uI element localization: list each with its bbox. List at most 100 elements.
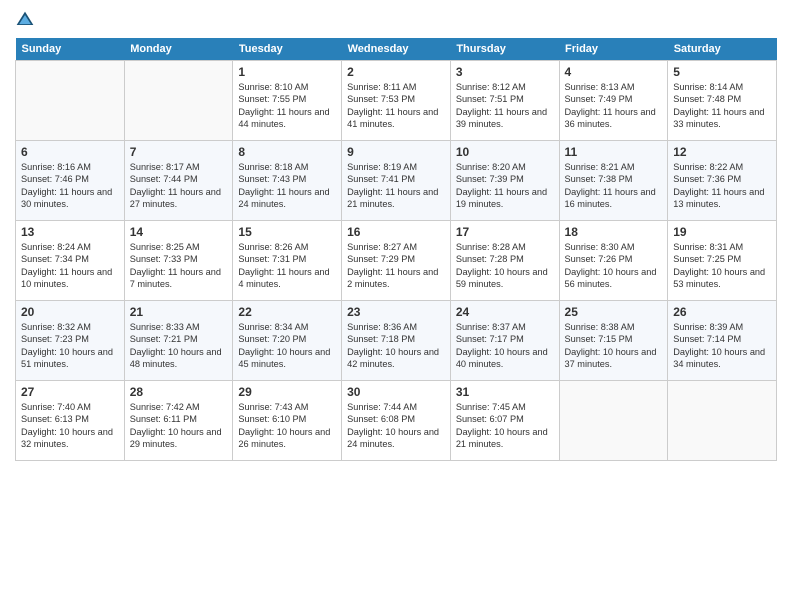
cell-content: Sunrise: 8:37 AM Sunset: 7:17 PM Dayligh… — [456, 321, 554, 371]
calendar-cell: 26 Sunrise: 8:39 AM Sunset: 7:14 PM Dayli… — [668, 301, 777, 381]
day-header-tuesday: Tuesday — [233, 38, 342, 61]
calendar-cell: 31 Sunrise: 7:45 AM Sunset: 6:07 PM Dayli… — [450, 381, 559, 461]
date-number: 26 — [673, 305, 771, 319]
date-number: 31 — [456, 385, 554, 399]
calendar-cell: 7 Sunrise: 8:17 AM Sunset: 7:44 PM Daylig… — [124, 141, 233, 221]
day-header-monday: Monday — [124, 38, 233, 61]
cell-content: Sunrise: 8:27 AM Sunset: 7:29 PM Dayligh… — [347, 241, 445, 291]
date-number: 6 — [21, 145, 119, 159]
week-row-2: 6 Sunrise: 8:16 AM Sunset: 7:46 PM Daylig… — [16, 141, 777, 221]
cell-content: Sunrise: 8:18 AM Sunset: 7:43 PM Dayligh… — [238, 161, 336, 211]
calendar-table: SundayMondayTuesdayWednesdayThursdayFrid… — [15, 38, 777, 461]
calendar-cell — [559, 381, 668, 461]
cell-content: Sunrise: 8:32 AM Sunset: 7:23 PM Dayligh… — [21, 321, 119, 371]
cell-content: Sunrise: 8:16 AM Sunset: 7:46 PM Dayligh… — [21, 161, 119, 211]
date-number: 17 — [456, 225, 554, 239]
calendar-cell: 11 Sunrise: 8:21 AM Sunset: 7:38 PM Dayli… — [559, 141, 668, 221]
cell-content: Sunrise: 8:36 AM Sunset: 7:18 PM Dayligh… — [347, 321, 445, 371]
calendar-cell: 1 Sunrise: 8:10 AM Sunset: 7:55 PM Daylig… — [233, 61, 342, 141]
calendar-cell: 27 Sunrise: 7:40 AM Sunset: 6:13 PM Dayli… — [16, 381, 125, 461]
cell-content: Sunrise: 7:40 AM Sunset: 6:13 PM Dayligh… — [21, 401, 119, 451]
calendar-cell: 5 Sunrise: 8:14 AM Sunset: 7:48 PM Daylig… — [668, 61, 777, 141]
date-number: 30 — [347, 385, 445, 399]
date-number: 15 — [238, 225, 336, 239]
cell-content: Sunrise: 8:26 AM Sunset: 7:31 PM Dayligh… — [238, 241, 336, 291]
week-row-4: 20Sunrise: 8:32 AM Sunset: 7:23 PM Dayli… — [16, 301, 777, 381]
day-header-wednesday: Wednesday — [342, 38, 451, 61]
cell-content: Sunrise: 8:34 AM Sunset: 7:20 PM Dayligh… — [238, 321, 336, 371]
cell-content: Sunrise: 8:33 AM Sunset: 7:21 PM Dayligh… — [130, 321, 228, 371]
day-header-friday: Friday — [559, 38, 668, 61]
day-header-sunday: Sunday — [16, 38, 125, 61]
day-header-thursday: Thursday — [450, 38, 559, 61]
date-number: 14 — [130, 225, 228, 239]
calendar-cell: 10 Sunrise: 8:20 AM Sunset: 7:39 PM Dayli… — [450, 141, 559, 221]
date-number: 19 — [673, 225, 771, 239]
date-number: 1 — [238, 65, 336, 79]
calendar-cell: 3Sunrise: 8:12 AM Sunset: 7:51 PM Daylig… — [450, 61, 559, 141]
cell-content: Sunrise: 8:19 AM Sunset: 7:41 PM Dayligh… — [347, 161, 445, 211]
cell-content: Sunrise: 8:31 AM Sunset: 7:25 PM Dayligh… — [673, 241, 771, 291]
cell-content: Sunrise: 8:17 AM Sunset: 7:44 PM Dayligh… — [130, 161, 228, 211]
cell-content: Sunrise: 7:45 AM Sunset: 6:07 PM Dayligh… — [456, 401, 554, 451]
header-row: SundayMondayTuesdayWednesdayThursdayFrid… — [16, 38, 777, 61]
calendar-cell — [16, 61, 125, 141]
date-number: 2 — [347, 65, 445, 79]
date-number: 5 — [673, 65, 771, 79]
calendar-cell: 16 Sunrise: 8:27 AM Sunset: 7:29 PM Dayli… — [342, 221, 451, 301]
cell-content: Sunrise: 8:20 AM Sunset: 7:39 PM Dayligh… — [456, 161, 554, 211]
cell-content: Sunrise: 8:24 AM Sunset: 7:34 PM Dayligh… — [21, 241, 119, 291]
logo — [15, 10, 37, 30]
cell-content: Sunrise: 7:44 AM Sunset: 6:08 PM Dayligh… — [347, 401, 445, 451]
cell-content: Sunrise: 8:30 AM Sunset: 7:26 PM Dayligh… — [565, 241, 663, 291]
cell-content: Sunrise: 8:10 AM Sunset: 7:55 PM Dayligh… — [238, 81, 336, 131]
calendar-cell: 14Sunrise: 8:25 AM Sunset: 7:33 PM Dayli… — [124, 221, 233, 301]
calendar-cell: 17 Sunrise: 8:28 AM Sunset: 7:28 PM Dayli… — [450, 221, 559, 301]
calendar-cell: 15 Sunrise: 8:26 AM Sunset: 7:31 PM Dayli… — [233, 221, 342, 301]
date-number: 27 — [21, 385, 119, 399]
date-number: 7 — [130, 145, 228, 159]
date-number: 12 — [673, 145, 771, 159]
calendar-cell: 4 Sunrise: 8:13 AM Sunset: 7:49 PM Daylig… — [559, 61, 668, 141]
date-number: 24 — [456, 305, 554, 319]
calendar-cell: 18 Sunrise: 8:30 AM Sunset: 7:26 PM Dayli… — [559, 221, 668, 301]
date-number: 29 — [238, 385, 336, 399]
week-row-5: 27 Sunrise: 7:40 AM Sunset: 6:13 PM Dayli… — [16, 381, 777, 461]
header — [15, 10, 777, 30]
date-number: 28 — [130, 385, 228, 399]
week-row-1: 1 Sunrise: 8:10 AM Sunset: 7:55 PM Daylig… — [16, 61, 777, 141]
cell-content: Sunrise: 8:28 AM Sunset: 7:28 PM Dayligh… — [456, 241, 554, 291]
calendar-cell: 21 Sunrise: 8:33 AM Sunset: 7:21 PM Dayli… — [124, 301, 233, 381]
date-number: 11 — [565, 145, 663, 159]
cell-content: Sunrise: 8:14 AM Sunset: 7:48 PM Dayligh… — [673, 81, 771, 131]
date-number: 4 — [565, 65, 663, 79]
cell-content: Sunrise: 8:11 AM Sunset: 7:53 PM Dayligh… — [347, 81, 445, 131]
calendar-cell: 20Sunrise: 8:32 AM Sunset: 7:23 PM Dayli… — [16, 301, 125, 381]
cell-content: Sunrise: 8:39 AM Sunset: 7:14 PM Dayligh… — [673, 321, 771, 371]
calendar-cell: 19 Sunrise: 8:31 AM Sunset: 7:25 PM Dayli… — [668, 221, 777, 301]
date-number: 21 — [130, 305, 228, 319]
calendar-cell: 6 Sunrise: 8:16 AM Sunset: 7:46 PM Daylig… — [16, 141, 125, 221]
date-number: 8 — [238, 145, 336, 159]
calendar-cell: 8 Sunrise: 8:18 AM Sunset: 7:43 PM Daylig… — [233, 141, 342, 221]
cell-content: Sunrise: 8:38 AM Sunset: 7:15 PM Dayligh… — [565, 321, 663, 371]
date-number: 22 — [238, 305, 336, 319]
date-number: 10 — [456, 145, 554, 159]
cell-content: Sunrise: 7:42 AM Sunset: 6:11 PM Dayligh… — [130, 401, 228, 451]
date-number: 18 — [565, 225, 663, 239]
date-number: 3 — [456, 65, 554, 79]
day-header-saturday: Saturday — [668, 38, 777, 61]
date-number: 13 — [21, 225, 119, 239]
cell-content: Sunrise: 8:13 AM Sunset: 7:49 PM Dayligh… — [565, 81, 663, 131]
calendar-cell: 25 Sunrise: 8:38 AM Sunset: 7:15 PM Dayli… — [559, 301, 668, 381]
calendar-cell: 2 Sunrise: 8:11 AM Sunset: 7:53 PM Daylig… — [342, 61, 451, 141]
date-number: 16 — [347, 225, 445, 239]
calendar-cell: 23 Sunrise: 8:36 AM Sunset: 7:18 PM Dayli… — [342, 301, 451, 381]
date-number: 23 — [347, 305, 445, 319]
week-row-3: 13 Sunrise: 8:24 AM Sunset: 7:34 PM Dayli… — [16, 221, 777, 301]
calendar-cell: 22 Sunrise: 8:34 AM Sunset: 7:20 PM Dayli… — [233, 301, 342, 381]
cell-content: Sunrise: 8:21 AM Sunset: 7:38 PM Dayligh… — [565, 161, 663, 211]
date-number: 25 — [565, 305, 663, 319]
cell-content: Sunrise: 8:22 AM Sunset: 7:36 PM Dayligh… — [673, 161, 771, 211]
calendar-cell: 24 Sunrise: 8:37 AM Sunset: 7:17 PM Dayli… — [450, 301, 559, 381]
